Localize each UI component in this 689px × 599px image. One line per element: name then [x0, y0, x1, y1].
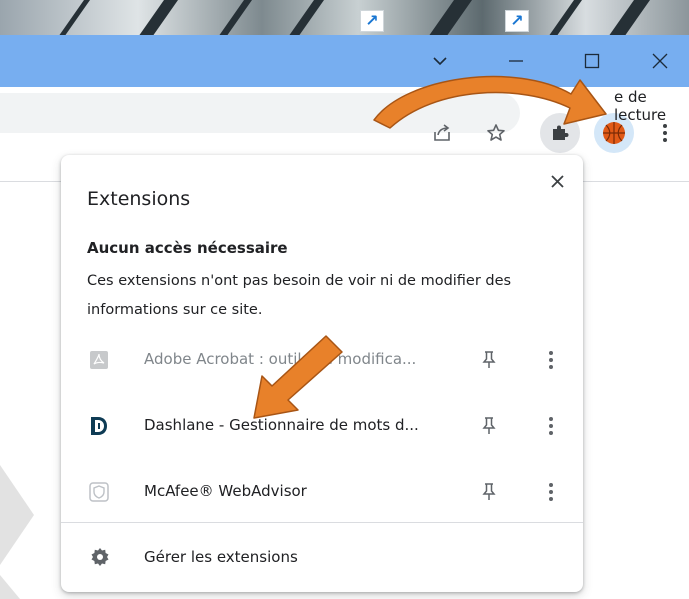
- minimize-icon: [509, 60, 523, 62]
- star-icon: [487, 124, 505, 141]
- basketball-avatar-icon: [603, 122, 625, 144]
- share-button[interactable]: [422, 113, 462, 153]
- desktop-background: ↗ ↗: [0, 0, 689, 35]
- section-description: Ces extensions n'ont pas besoin de voir …: [87, 273, 512, 318]
- chevron-down-icon: [433, 57, 447, 66]
- maximize-button[interactable]: [562, 35, 622, 87]
- popup-divider: [61, 522, 583, 523]
- pin-icon: [482, 483, 496, 500]
- adobe-acrobat-icon: [89, 349, 109, 371]
- gear-icon: [89, 546, 111, 568]
- dashlane-icon: [89, 415, 109, 437]
- manage-extensions-label: Gérer les extensions: [144, 548, 298, 566]
- pin-icon: [482, 351, 496, 368]
- pin-extension-button[interactable]: [477, 348, 501, 372]
- browser-titlebar: [0, 35, 689, 87]
- desktop-shortcut-icon[interactable]: ↗: [505, 10, 529, 32]
- extension-more-button[interactable]: [539, 348, 563, 372]
- mcafee-shield-icon: [89, 481, 109, 503]
- bookmark-bar-item[interactable]: e de lecture: [614, 88, 689, 124]
- extension-row-dashlane[interactable]: Dashlane - Gestionnaire de mots d...: [61, 401, 583, 451]
- extension-more-button[interactable]: [539, 480, 563, 504]
- kebab-icon: [663, 124, 667, 142]
- manage-extensions-button[interactable]: Gérer les extensions: [61, 533, 583, 581]
- minimize-button[interactable]: [486, 35, 546, 87]
- extensions-button[interactable]: [540, 113, 580, 153]
- desktop-shortcut-icon[interactable]: ↗: [360, 10, 384, 32]
- extension-name: McAfee® WebAdvisor: [144, 482, 307, 500]
- puzzle-icon: [553, 125, 569, 140]
- kebab-icon: [549, 483, 553, 501]
- extension-row-mcafee[interactable]: McAfee® WebAdvisor: [61, 467, 583, 517]
- kebab-icon: [549, 417, 553, 435]
- extension-more-button[interactable]: [539, 414, 563, 438]
- close-window-button[interactable]: [630, 35, 689, 87]
- close-icon: [652, 53, 668, 69]
- section-title: Aucun accès nécessaire: [87, 239, 288, 257]
- maximize-icon: [584, 53, 600, 69]
- close-popup-button[interactable]: [545, 169, 569, 193]
- share-icon: [434, 124, 450, 141]
- kebab-icon: [549, 351, 553, 369]
- pin-extension-button[interactable]: [477, 480, 501, 504]
- decorative-arrow-icon: [0, 465, 34, 599]
- pin-extension-button[interactable]: [477, 414, 501, 438]
- pin-icon: [482, 417, 496, 434]
- extension-name: Dashlane - Gestionnaire de mots d...: [144, 416, 419, 434]
- extensions-popup: Extensions Aucun accès nécessaire Ces ex…: [61, 155, 583, 592]
- extension-name: Adobe Acrobat : outils de modifica...: [144, 350, 417, 368]
- tab-search-button[interactable]: [410, 35, 470, 87]
- extension-row-adobe-acrobat[interactable]: Adobe Acrobat : outils de modifica...: [61, 335, 583, 385]
- bookmark-star-button[interactable]: [476, 113, 516, 153]
- close-icon: [550, 174, 564, 188]
- popup-title: Extensions: [87, 188, 191, 210]
